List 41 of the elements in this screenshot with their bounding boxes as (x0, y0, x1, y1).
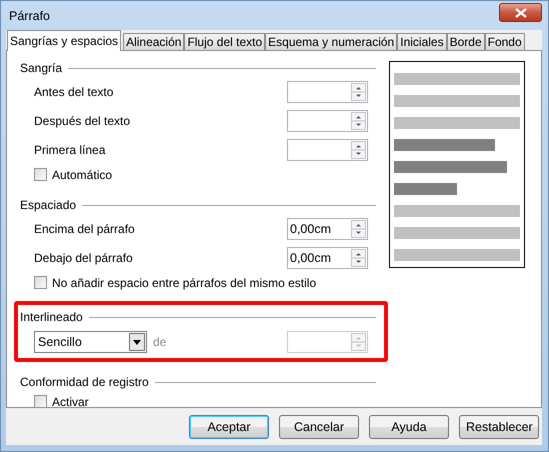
spin-arrows-icon[interactable] (351, 220, 366, 238)
checkbox[interactable] (34, 395, 47, 408)
caret-icon (129, 332, 145, 350)
dialog-button[interactable]: Ayuda (369, 414, 449, 438)
tab[interactable]: Fondo (484, 33, 525, 51)
spin-arrows-icon[interactable] (351, 82, 366, 100)
checkbox-label: Activar (52, 394, 90, 408)
spin-field[interactable]: 0,00cm (287, 218, 368, 240)
tab[interactable]: Esquema y numeración (265, 33, 398, 51)
spin-field[interactable]: 0,00cm (287, 246, 368, 268)
checkbox[interactable] (34, 276, 47, 289)
field-label: Después del texto (34, 114, 132, 128)
checkbox[interactable] (34, 168, 47, 181)
dialog-button[interactable]: Aceptar (189, 414, 269, 438)
tab[interactable]: Flujo del texto (184, 33, 266, 51)
field-label: Primera línea (34, 142, 106, 156)
close-button[interactable] (499, 3, 542, 22)
spin-field[interactable] (287, 138, 368, 160)
section-heading: Interlineado (20, 310, 83, 324)
field-label: de (153, 334, 168, 348)
window-title: Párrafo (8, 8, 50, 22)
tab[interactable]: Alineación (123, 33, 184, 51)
section-heading: Conformidad de registro (20, 375, 149, 389)
checkbox-label: Automático (52, 168, 114, 182)
section-heading: Sangría (20, 61, 62, 75)
dialog-button[interactable]: Cancelar (279, 414, 359, 438)
tab[interactable]: Sangrías y espacios (7, 30, 122, 51)
section-heading: Espaciado (20, 198, 76, 212)
spin-arrows-icon[interactable] (351, 248, 366, 266)
field-label: Encima del párrafo (34, 222, 136, 236)
tab[interactable]: Borde (446, 33, 485, 51)
spin-field[interactable] (287, 110, 368, 132)
field-label: Debajo del párrafo (34, 250, 134, 264)
tab[interactable]: Iniciales (397, 33, 447, 51)
field-label: Antes del texto (34, 84, 114, 98)
spin-arrows-icon[interactable] (351, 112, 366, 130)
spin-field[interactable] (287, 80, 368, 102)
close-icon (514, 8, 526, 18)
checkbox-label: No añadir espacio entre párrafos del mismo estilo (52, 276, 318, 290)
spin-arrows-icon[interactable] (351, 140, 366, 158)
dialog-button[interactable]: Restablecer (459, 414, 539, 438)
